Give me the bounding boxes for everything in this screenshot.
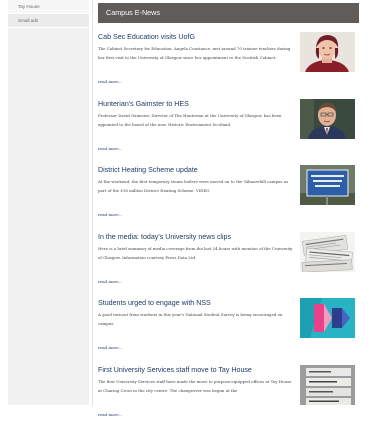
read-more-link[interactable]: read more... [98, 210, 122, 219]
portrait-man-icon[interactable] [300, 99, 355, 139]
sidebar: Tay House Small ads [8, 0, 89, 405]
article-item: District Heating Scheme update At the we… [98, 165, 359, 232]
article-item: In the media: today's University news cl… [98, 232, 359, 299]
portrait-woman-icon[interactable] [300, 32, 355, 72]
section-title: Campus E-News [106, 3, 160, 23]
article-item: First University Services staff move to … [98, 365, 359, 431]
column-divider [92, 0, 93, 405]
newspapers-icon[interactable] [300, 232, 355, 272]
read-more-link[interactable]: read more... [98, 77, 122, 86]
article-title-link[interactable]: District Heating Scheme update [98, 165, 292, 175]
article-list: Cab Sec Education visits UofG The Cabine… [98, 32, 359, 431]
article-title-link[interactable]: Students urged to engage with NSS [98, 298, 292, 308]
article-title-link[interactable]: Cab Sec Education visits UofG [98, 32, 292, 42]
article-summary: The first University Services staff have… [98, 377, 295, 395]
read-more-link[interactable]: read more... [98, 410, 122, 419]
article-title-link[interactable]: First University Services staff move to … [98, 365, 292, 375]
read-more-link[interactable]: read more... [98, 343, 122, 352]
sidebar-item-tay-house[interactable]: Tay House [8, 0, 89, 14]
section-header: Campus E-News [98, 3, 359, 23]
article-title-link[interactable]: In the media: today's University news cl… [98, 232, 292, 242]
news-panel: Campus E-News Cab Sec Education visits U… [98, 3, 359, 431]
article-item: Cab Sec Education visits UofG The Cabine… [98, 32, 359, 99]
read-more-link[interactable]: read more... [98, 277, 122, 286]
article-summary: Here is a brief summary of media coverag… [98, 244, 295, 262]
article-item: Students urged to engage with NSS A good… [98, 298, 359, 365]
sign-icon[interactable] [300, 165, 355, 205]
article-summary: A good turnout from students in this yea… [98, 310, 295, 328]
article-title-link[interactable]: Hunterian's Gaimster to HES [98, 99, 292, 109]
nss-graphic-icon[interactable] [300, 298, 355, 338]
building-directory-icon[interactable] [300, 365, 355, 405]
article-summary: The Cabinet Secretary for Education, Ang… [98, 44, 295, 62]
read-more-link[interactable]: read more... [98, 144, 122, 153]
article-summary: At the weekend, the first temporary stea… [98, 177, 295, 195]
article-item: Hunterian's Gaimster to HES Professor Da… [98, 99, 359, 166]
article-summary: Professor David Gaimster, Director of Th… [98, 111, 295, 129]
sidebar-item-small-ads[interactable]: Small ads [8, 14, 89, 28]
